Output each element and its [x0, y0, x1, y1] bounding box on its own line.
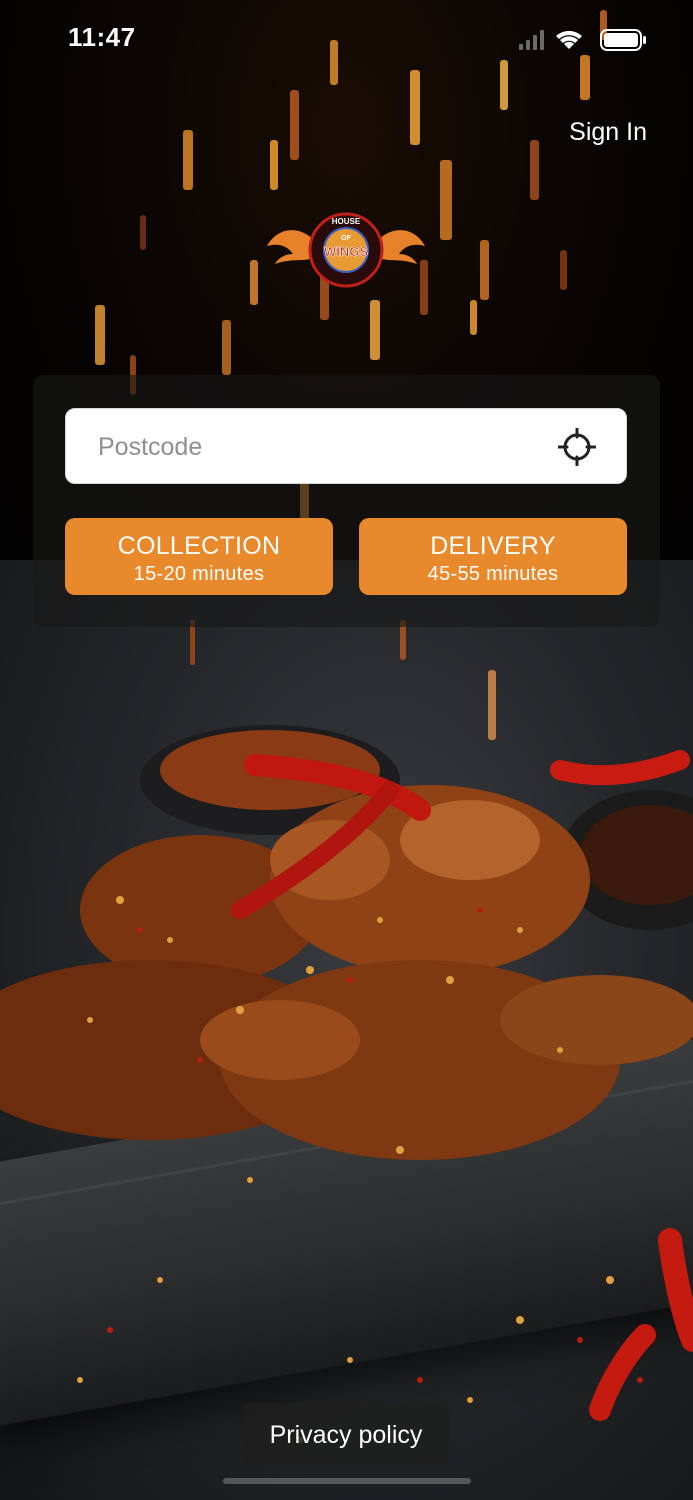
collection-button[interactable]: COLLECTION 15-20 minutes [65, 518, 333, 595]
delivery-label: DELIVERY [430, 532, 556, 560]
postcode-field[interactable] [65, 408, 627, 485]
crosshair-location-icon[interactable] [558, 428, 596, 466]
logo-text-wings: WINGS [324, 244, 368, 259]
cellular-signal-icon [519, 30, 544, 50]
app-screen: 11:47 Sign In HOUSE OF WINGS Postcode CO… [0, 0, 693, 1500]
collection-label: COLLECTION [117, 532, 281, 560]
delivery-button[interactable]: DELIVERY 45-55 minutes [359, 518, 627, 595]
house-of-wings-logo: HOUSE OF WINGS [267, 212, 425, 288]
status-bar: 11:47 [0, 0, 693, 80]
logo-text-of: OF [341, 235, 351, 242]
battery-icon [600, 29, 646, 51]
wifi-icon [556, 30, 582, 49]
sign-in-link[interactable]: Sign In [569, 118, 647, 147]
chicken-wings-photo [0, 725, 693, 1443]
privacy-policy-button[interactable]: Privacy policy [243, 1403, 449, 1467]
postcode-input[interactable] [96, 409, 540, 485]
home-indicator[interactable] [223, 1478, 471, 1484]
logo-text-house: HOUSE [332, 217, 361, 226]
status-icons [519, 29, 646, 51]
collection-time: 15-20 minutes [133, 563, 265, 585]
delivery-time: 45-55 minutes [427, 563, 559, 585]
status-time: 11:47 [68, 22, 136, 52]
